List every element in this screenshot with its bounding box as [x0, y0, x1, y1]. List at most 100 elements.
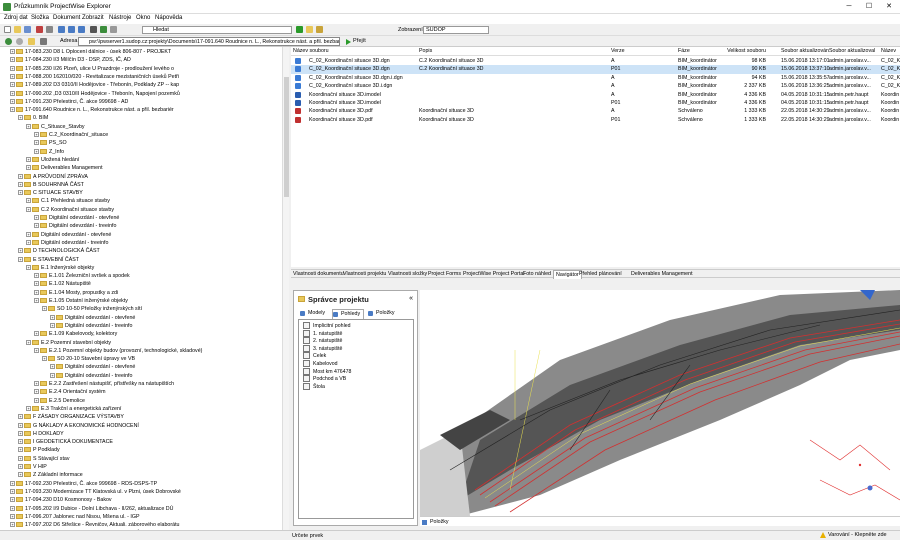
- tree-item[interactable]: + SO 10-50 Přeložky inženýrských sítí: [42, 305, 142, 313]
- column-header[interactable]: Popis: [419, 47, 609, 56]
- tree-item[interactable]: +17-085.230 I/26 Plzeň, ulice U Prazdroj…: [10, 65, 174, 73]
- expand-icon[interactable]: +: [34, 397, 39, 403]
- tree-scrollbar[interactable]: [282, 47, 289, 530]
- preview-tab[interactable]: Vlastnosti projektu: [343, 270, 386, 278]
- tree-item[interactable]: + A PRŮVODNÍ ZPRÁVA: [18, 173, 88, 181]
- saved-view-item[interactable]: Kabelovod: [303, 360, 338, 368]
- tree-item[interactable]: +17-089.202 D3 0310/II Hodějovice - Třeb…: [10, 81, 179, 89]
- tree-item[interactable]: + I GEODETICKÁ DOKUMENTACE: [18, 438, 113, 446]
- search-input[interactable]: Hledat: [142, 26, 292, 34]
- saved-view-item[interactable]: 2. nástupiště: [303, 337, 342, 345]
- preview-tab[interactable]: Přehled plánování: [579, 270, 622, 278]
- expand-icon[interactable]: +: [18, 439, 23, 445]
- preview-tab[interactable]: Navigátor: [553, 270, 582, 279]
- saved-view-item[interactable]: 1. nástupiště: [303, 330, 342, 338]
- tree-item[interactable]: +17-091.230 Přelestirci, Č. akce 999698 …: [10, 98, 128, 106]
- preview-tab[interactable]: Project Forms: [428, 270, 461, 278]
- expand-icon[interactable]: +: [18, 472, 23, 478]
- column-header[interactable]: Velikost souboru: [721, 47, 766, 56]
- menu-zobrazit[interactable]: Zobrazit: [82, 15, 104, 21]
- tree-item[interactable]: + E.1.01 Železniční svršek a spodek: [34, 272, 130, 280]
- tree-item[interactable]: +17-083.230 D8 L Oplocení dálnice - úsek…: [10, 48, 171, 56]
- document-row[interactable]: Koordinační situace 3D.imodel P01 BIM_koor…: [291, 99, 900, 107]
- expand-icon[interactable]: +: [34, 289, 39, 295]
- expand-icon[interactable]: +: [10, 49, 15, 55]
- expand-icon[interactable]: +: [10, 57, 15, 63]
- expand-icon[interactable]: +: [34, 281, 39, 287]
- tree-item[interactable]: + E.3 Trakční a energetická zařízení: [26, 405, 121, 413]
- tree-item[interactable]: + E.2 Pozemní stavební objekty: [26, 339, 111, 347]
- tree-item[interactable]: + Digitální odevzdání - otevřené: [34, 214, 119, 222]
- tree-item[interactable]: + Digitální odevzdání - treeinfo: [34, 222, 116, 230]
- items-footer[interactable]: Položky: [420, 516, 900, 526]
- column-header[interactable]: Název souboru: [293, 47, 403, 56]
- column-header[interactable]: Soubor aktualizoval: [829, 47, 881, 56]
- tree-item[interactable]: + E.1.04 Mosty, propustky a zdi: [34, 289, 118, 297]
- tree-item[interactable]: + E.2.2 Zastřešení nástupišť, přístřešky …: [34, 380, 174, 388]
- saved-search-icon[interactable]: [316, 26, 323, 33]
- tree-scroll-thumb[interactable]: [284, 77, 289, 197]
- help-icon[interactable]: [110, 26, 117, 33]
- expand-icon[interactable]: +: [10, 98, 15, 104]
- expand-icon[interactable]: +: [18, 256, 23, 262]
- tree-item[interactable]: + G NÁKLADY A EKONOMICKÉ HODNOCENÍ: [18, 422, 139, 430]
- tree-item[interactable]: + Digitální odevzdání - otevřené: [50, 314, 135, 322]
- tree-item[interactable]: + Digitální odevzdání - treeinfo: [50, 322, 132, 330]
- expand-icon[interactable]: +: [26, 264, 31, 270]
- expand-icon[interactable]: +: [34, 132, 39, 138]
- tree-item[interactable]: + Z_Info: [34, 148, 64, 156]
- expand-icon[interactable]: +: [10, 90, 15, 96]
- expand-icon[interactable]: +: [34, 140, 39, 146]
- details-view-icon[interactable]: [78, 26, 85, 33]
- preview-tab[interactable]: ProjectWise Project Portal: [463, 270, 525, 278]
- maximize-button[interactable]: ☐: [862, 2, 876, 12]
- collapse-icon[interactable]: «: [409, 295, 413, 302]
- expand-icon[interactable]: +: [10, 522, 15, 528]
- folder-icon[interactable]: [14, 26, 21, 33]
- preview-tab[interactable]: Deliverables Management: [631, 270, 693, 278]
- tree-item[interactable]: + D TECHNOLOGICKÁ ČÁST: [18, 247, 100, 255]
- properties-icon[interactable]: [46, 26, 53, 33]
- tree-item[interactable]: + Z Základní informace: [18, 471, 83, 479]
- search-folder-icon[interactable]: [306, 26, 313, 33]
- tree-item[interactable]: +17-092.230 Přelestirci, Č. akce 999698 …: [10, 480, 157, 488]
- preview-tab[interactable]: Vlastnosti dokumentu: [293, 270, 344, 278]
- expand-icon[interactable]: +: [10, 107, 15, 113]
- preview-tab[interactable]: Foto náhled: [523, 270, 551, 278]
- tab-views[interactable]: Pohledy: [332, 309, 365, 319]
- expand-icon[interactable]: +: [26, 206, 31, 212]
- expand-icon[interactable]: +: [18, 422, 23, 428]
- expand-icon[interactable]: +: [34, 381, 39, 387]
- display-select[interactable]: SUDOP: [423, 26, 489, 34]
- expand-icon[interactable]: +: [18, 455, 23, 461]
- expand-icon[interactable]: +: [34, 389, 39, 395]
- tree-item[interactable]: + PS_SO: [34, 139, 67, 147]
- history-icon[interactable]: [40, 38, 47, 45]
- tree-item[interactable]: +17-097.202 D6 Střešice - Řevničov, Aktu…: [10, 521, 179, 529]
- tree-item[interactable]: +17-091.640 Roudnice n. L., Rekonstrukce…: [10, 106, 174, 114]
- document-list[interactable]: Název souboru Popis Verze Fáze Velikost soub…: [291, 47, 900, 267]
- expand-icon[interactable]: +: [18, 173, 23, 179]
- expand-icon[interactable]: +: [34, 223, 39, 229]
- filter-icon[interactable]: [90, 26, 97, 33]
- tree-item[interactable]: + C.2_Koordinační_situace: [34, 131, 108, 139]
- expand-icon[interactable]: +: [18, 248, 23, 254]
- expand-icon[interactable]: +: [26, 198, 31, 204]
- expand-icon[interactable]: +: [18, 190, 23, 196]
- back-icon[interactable]: [5, 38, 12, 45]
- tree-item[interactable]: +17-084.230 I/3 Milíčín D3 - DSP, ZDS, I…: [10, 56, 131, 64]
- expand-icon[interactable]: +: [26, 239, 31, 245]
- new-document-icon[interactable]: [4, 26, 11, 33]
- menu-dokument[interactable]: Dokument: [53, 15, 80, 21]
- tab-models[interactable]: Modely: [300, 309, 325, 318]
- tree-item[interactable]: + E STAVEBNÍ ČÁST: [18, 256, 79, 264]
- tree-item[interactable]: + C_Situace_Stavby: [26, 123, 85, 131]
- refresh-icon[interactable]: [100, 26, 107, 33]
- folder-tree[interactable]: +17-083.230 D8 L Oplocení dálnice - úsek…: [0, 47, 289, 530]
- expand-icon[interactable]: +: [26, 231, 31, 237]
- expand-icon[interactable]: +: [34, 215, 39, 221]
- run-search-icon[interactable]: [296, 26, 303, 33]
- warning-indicator[interactable]: Varování - Klepněte zde: [820, 531, 887, 539]
- menu-okno[interactable]: Okno: [136, 15, 150, 21]
- expand-icon[interactable]: +: [34, 148, 39, 154]
